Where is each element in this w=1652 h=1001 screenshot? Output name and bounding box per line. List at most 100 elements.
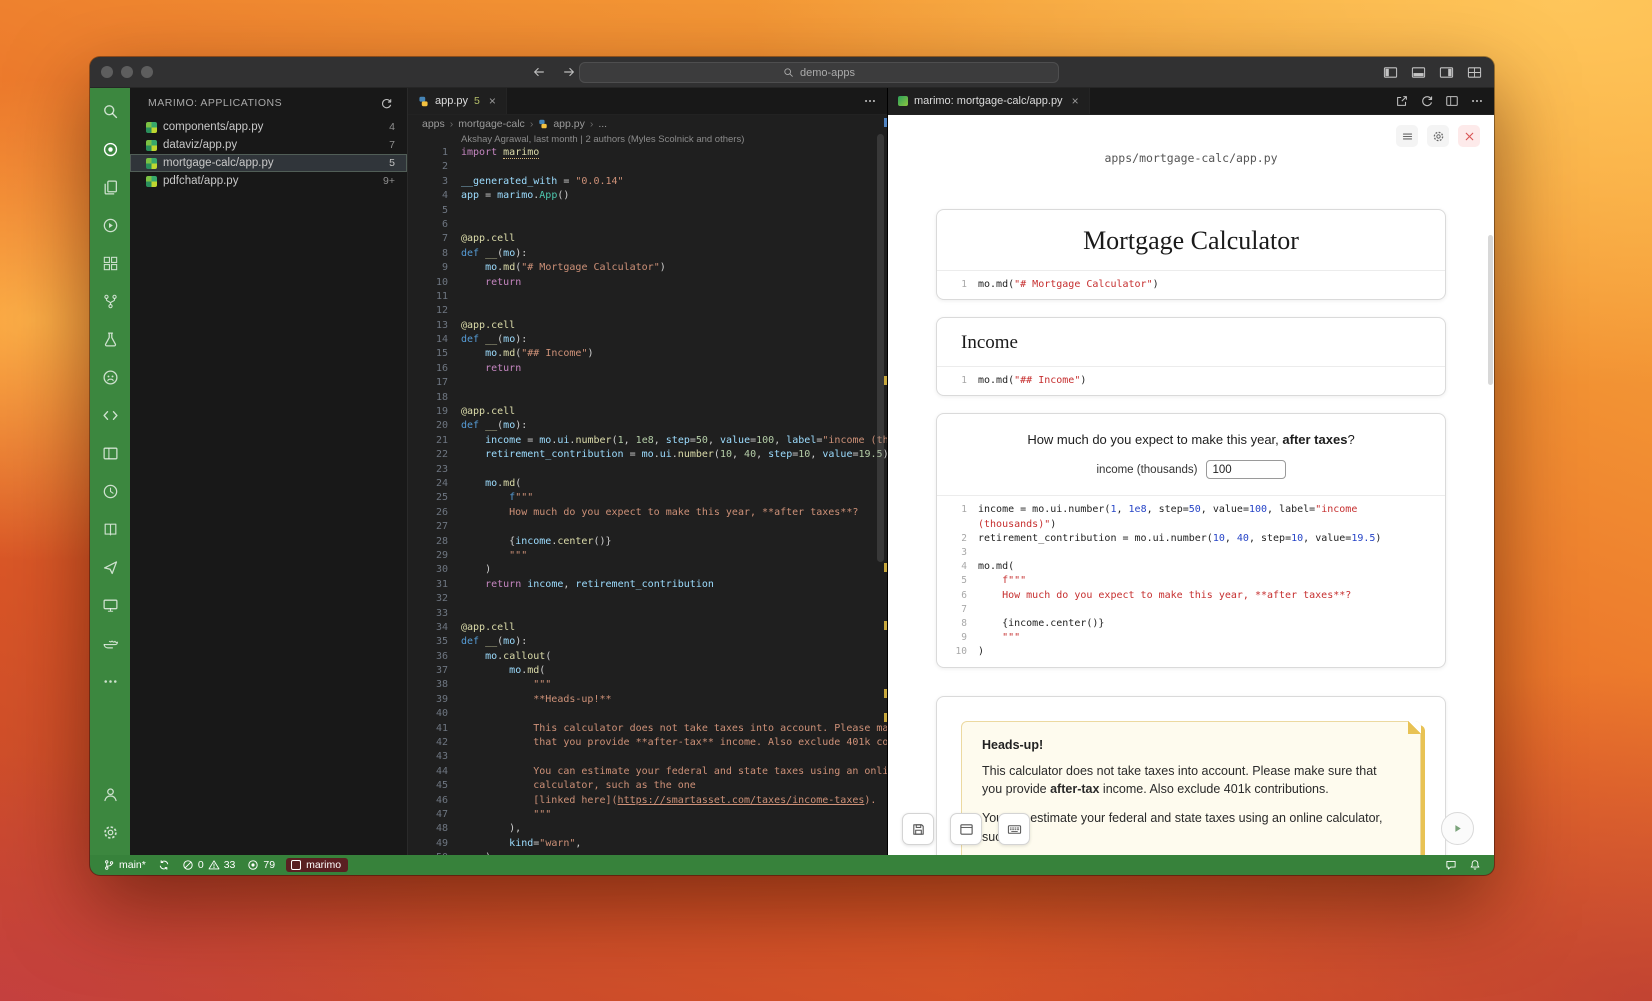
breadcrumb-item[interactable]: app.py bbox=[553, 118, 585, 130]
github-icon[interactable] bbox=[90, 358, 130, 396]
breadcrumb-item[interactable]: mortgage-calc bbox=[458, 118, 525, 130]
menu-hamburger-icon[interactable] bbox=[1396, 125, 1418, 147]
run-preview-icon[interactable] bbox=[90, 206, 130, 244]
marimo-explorer-icon[interactable] bbox=[90, 130, 130, 168]
close-app-icon[interactable] bbox=[1458, 125, 1480, 147]
code-line[interactable]: 6 bbox=[408, 218, 887, 232]
code-line[interactable]: 5 bbox=[408, 204, 887, 218]
open-external-icon[interactable] bbox=[1395, 94, 1409, 108]
breadcrumb-item[interactable]: ... bbox=[598, 118, 607, 130]
code-line[interactable]: 29 """ bbox=[408, 549, 887, 563]
sidebar-item-pdfchat[interactable]: pdfchat/app.py 9+ bbox=[130, 172, 407, 190]
code-line[interactable]: 5 f""" bbox=[951, 574, 1445, 588]
toggle-sidebar-icon[interactable] bbox=[1383, 65, 1398, 80]
sidebar-item-mortgage-calc[interactable]: mortgage-calc/app.py 5 bbox=[130, 154, 407, 172]
code-line[interactable]: 10) bbox=[951, 645, 1445, 659]
code-brackets-icon[interactable] bbox=[90, 396, 130, 434]
code-line[interactable]: 38 """ bbox=[408, 678, 887, 692]
git-fork-icon[interactable] bbox=[90, 282, 130, 320]
command-center-search[interactable]: demo-apps bbox=[579, 62, 1059, 83]
run-all-play-button[interactable] bbox=[1441, 812, 1474, 845]
refresh-icon[interactable] bbox=[380, 97, 393, 110]
tab-app-py[interactable]: app.py 5 × bbox=[408, 88, 507, 114]
code-line[interactable]: 8def __(mo): bbox=[408, 247, 887, 261]
app-settings-gear-icon[interactable] bbox=[1427, 125, 1449, 147]
code-line[interactable]: 16 return bbox=[408, 362, 887, 376]
code-line[interactable]: 32 bbox=[408, 592, 887, 606]
zoom-window-button[interactable] bbox=[141, 66, 153, 78]
code-line[interactable]: 1import marimo bbox=[408, 146, 887, 160]
code-line[interactable]: 2retirement_contribution = mo.ui.number(… bbox=[951, 532, 1445, 546]
code-line[interactable]: 1mo.md("# Mortgage Calculator") bbox=[951, 278, 1445, 292]
code-editor[interactable]: 1import marimo23__generated_with = "0.0.… bbox=[408, 146, 887, 855]
settings-gear-icon[interactable] bbox=[90, 813, 130, 851]
code-line[interactable]: 47 """ bbox=[408, 808, 887, 822]
code-line[interactable]: (thousands)") bbox=[951, 518, 1445, 532]
code-line[interactable]: 3 bbox=[951, 546, 1445, 560]
code-line[interactable]: 4mo.md( bbox=[951, 560, 1445, 574]
code-line[interactable]: 35def __(mo): bbox=[408, 635, 887, 649]
minimize-window-button[interactable] bbox=[121, 66, 133, 78]
code-line[interactable]: 34@app.cell bbox=[408, 621, 887, 635]
cell-code[interactable]: 1mo.md("## Income") bbox=[937, 366, 1445, 395]
close-window-button[interactable] bbox=[101, 66, 113, 78]
breadcrumb-item[interactable]: apps bbox=[422, 118, 445, 130]
feedback-status[interactable] bbox=[1440, 859, 1462, 871]
tab-marimo-preview[interactable]: marimo: mortgage-calc/app.py × bbox=[888, 88, 1090, 114]
code-line[interactable]: 40 bbox=[408, 707, 887, 721]
marimo-status-badge[interactable]: marimo bbox=[286, 858, 348, 872]
more-actions-ellipsis-icon[interactable] bbox=[1470, 94, 1484, 108]
keyboard-shortcuts-icon[interactable] bbox=[998, 813, 1030, 845]
code-line[interactable]: 14def __(mo): bbox=[408, 333, 887, 347]
git-blame-codelens[interactable]: Akshay Agrawal, last month | 2 authors (… bbox=[408, 133, 887, 146]
code-line[interactable]: 8 {income.center()} bbox=[951, 617, 1445, 631]
code-line[interactable]: 39 **Heads-up!** bbox=[408, 693, 887, 707]
sidebar-item-dataviz[interactable]: dataviz/app.py 7 bbox=[130, 136, 407, 154]
account-icon[interactable] bbox=[90, 775, 130, 813]
code-line[interactable]: 2 bbox=[408, 160, 887, 174]
reload-icon[interactable] bbox=[1420, 94, 1434, 108]
code-line[interactable]: 9 mo.md("# Mortgage Calculator") bbox=[408, 261, 887, 275]
code-line[interactable]: 37 mo.md( bbox=[408, 664, 887, 678]
forward-arrow-icon[interactable] bbox=[562, 65, 576, 79]
code-line[interactable]: 20def __(mo): bbox=[408, 419, 887, 433]
code-line[interactable]: 48 ), bbox=[408, 822, 887, 836]
more-views-ellipsis-icon[interactable] bbox=[90, 662, 130, 700]
code-line[interactable]: 1income = mo.ui.number(1, 1e8, step=50, … bbox=[951, 503, 1445, 517]
notebook-book-icon[interactable] bbox=[90, 510, 130, 548]
code-line[interactable]: 17 bbox=[408, 376, 887, 390]
code-line[interactable]: 9 """ bbox=[951, 631, 1445, 645]
back-arrow-icon[interactable] bbox=[532, 65, 546, 79]
code-line[interactable]: 44 You can estimate your federal and sta… bbox=[408, 765, 887, 779]
problems-status[interactable]: 0 33 bbox=[177, 855, 241, 875]
code-line[interactable]: 28 {income.center()} bbox=[408, 535, 887, 549]
code-line[interactable]: 43 bbox=[408, 750, 887, 764]
cell-code[interactable]: 1income = mo.ui.number(1, 1e8, step=50, … bbox=[937, 495, 1445, 666]
code-line[interactable]: 49 kind="warn", bbox=[408, 837, 887, 851]
history-clock-icon[interactable] bbox=[90, 472, 130, 510]
code-line[interactable]: 6 How much do you expect to make this ye… bbox=[951, 589, 1445, 603]
code-line[interactable]: 50 ) bbox=[408, 851, 887, 855]
code-line[interactable]: 42 that you provide **after-tax** income… bbox=[408, 736, 887, 750]
code-line[interactable]: 36 mo.callout( bbox=[408, 650, 887, 664]
customize-layout-icon[interactable] bbox=[1467, 65, 1482, 80]
income-number-input[interactable] bbox=[1206, 460, 1286, 479]
run-send-icon[interactable] bbox=[90, 548, 130, 586]
git-branch-status[interactable]: main* bbox=[98, 855, 151, 875]
code-line[interactable]: 13@app.cell bbox=[408, 319, 887, 333]
code-line[interactable]: 7 bbox=[951, 603, 1445, 617]
cell-code[interactable]: 1mo.md("# Mortgage Calculator") bbox=[937, 270, 1445, 299]
open-window-icon[interactable] bbox=[950, 813, 982, 845]
sidebar-item-components[interactable]: components/app.py 4 bbox=[130, 118, 407, 136]
notifications-status[interactable] bbox=[1464, 859, 1486, 871]
code-line[interactable]: 24 mo.md( bbox=[408, 477, 887, 491]
split-editor-icon[interactable] bbox=[1445, 94, 1459, 108]
breadcrumb[interactable]: apps › mortgage-calc › app.py › ... bbox=[408, 115, 887, 133]
more-actions-ellipsis-icon[interactable] bbox=[863, 94, 877, 108]
code-line[interactable]: 3__generated_with = "0.0.14" bbox=[408, 175, 887, 189]
code-line[interactable]: 22 retirement_contribution = mo.ui.numbe… bbox=[408, 448, 887, 462]
code-line[interactable]: 46 [linked here](https://smartasset.com/… bbox=[408, 794, 887, 808]
aux-count-status[interactable]: 79 bbox=[242, 855, 280, 875]
live-preview-monitor-icon[interactable] bbox=[90, 586, 130, 624]
save-disk-icon[interactable] bbox=[902, 813, 934, 845]
